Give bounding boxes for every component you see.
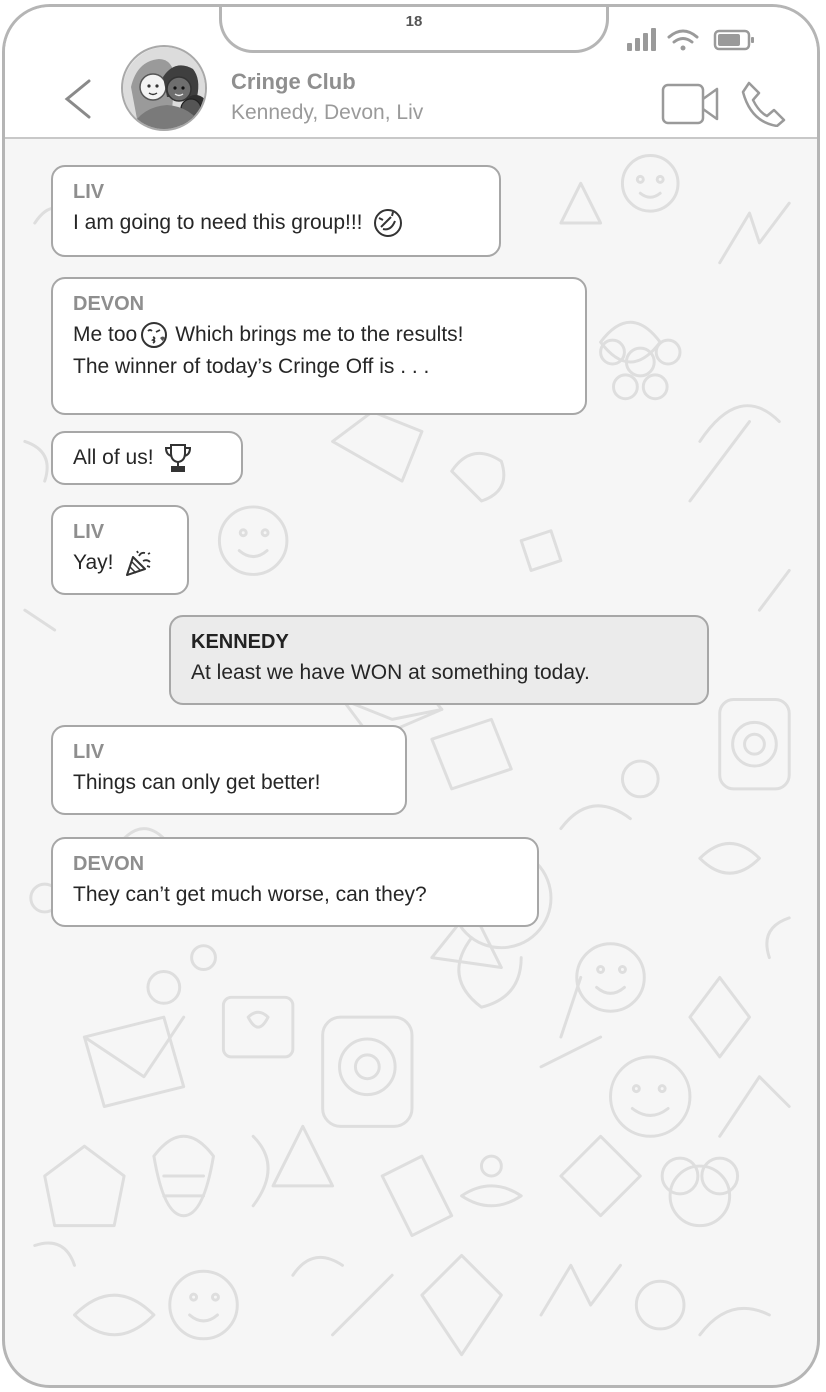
rofl-emoji — [374, 209, 403, 238]
battery-icon — [713, 29, 754, 51]
message-bubble[interactable]: DEVON Me too Which brings me to the resu… — [51, 277, 587, 415]
message-text: At least we have WON at something today. — [191, 661, 590, 684]
message-text: I am going to need this group!!! — [73, 211, 363, 234]
kiss-emoji — [141, 322, 168, 349]
chat-members: Kennedy, Devon, Liv — [231, 101, 424, 124]
group-avatar[interactable] — [121, 45, 207, 131]
group-avatar-illustration — [123, 47, 205, 129]
party-popper-emoji — [126, 551, 151, 577]
message-bubble[interactable]: All of us! — [51, 431, 243, 485]
message-bubble[interactable]: LIV I am going to need this group!!! — [51, 165, 501, 257]
chevron-left-icon[interactable] — [61, 77, 93, 121]
message-text: Which brings me to the results! — [175, 323, 464, 346]
page-number: 18 — [405, 13, 423, 30]
message-sender: LIV — [73, 521, 105, 543]
status-icons — [627, 28, 754, 51]
message-text: Things can only get better! — [73, 771, 321, 794]
phone-frame: Cringe Club Kennedy, Devon, Liv 18 LIV I… — [2, 4, 820, 1388]
message-text: All of us! — [73, 446, 154, 469]
message-sender: LIV — [73, 181, 105, 203]
phone-icon[interactable] — [739, 79, 787, 127]
message-sender: KENNEDY — [191, 631, 289, 653]
trophy-emoji — [165, 444, 192, 473]
video-camera-icon[interactable] — [661, 81, 721, 127]
message-sender: DEVON — [73, 293, 145, 315]
wifi-icon — [667, 29, 699, 51]
message-bubble[interactable]: DEVON They can’t get much worse, can the… — [51, 837, 539, 927]
signal-icon — [627, 28, 656, 51]
message-text: They can’t get much worse, can they? — [73, 883, 427, 906]
message-sender: LIV — [73, 741, 105, 763]
message-sender: DEVON — [73, 853, 145, 875]
message-text: Me too — [73, 323, 138, 346]
message-bubble[interactable]: LIV Things can only get better! — [51, 725, 407, 815]
message-bubble[interactable]: LIV Yay! — [51, 505, 189, 595]
phone-notch: 18 — [219, 7, 609, 53]
message-text: Yay! — [73, 551, 114, 574]
message-bubble-outgoing[interactable]: KENNEDY At least we have WON at somethin… — [169, 615, 709, 705]
chat-title[interactable]: Cringe Club — [231, 69, 356, 95]
message-text: The winner of today’s Cringe Off is . . … — [73, 355, 430, 378]
